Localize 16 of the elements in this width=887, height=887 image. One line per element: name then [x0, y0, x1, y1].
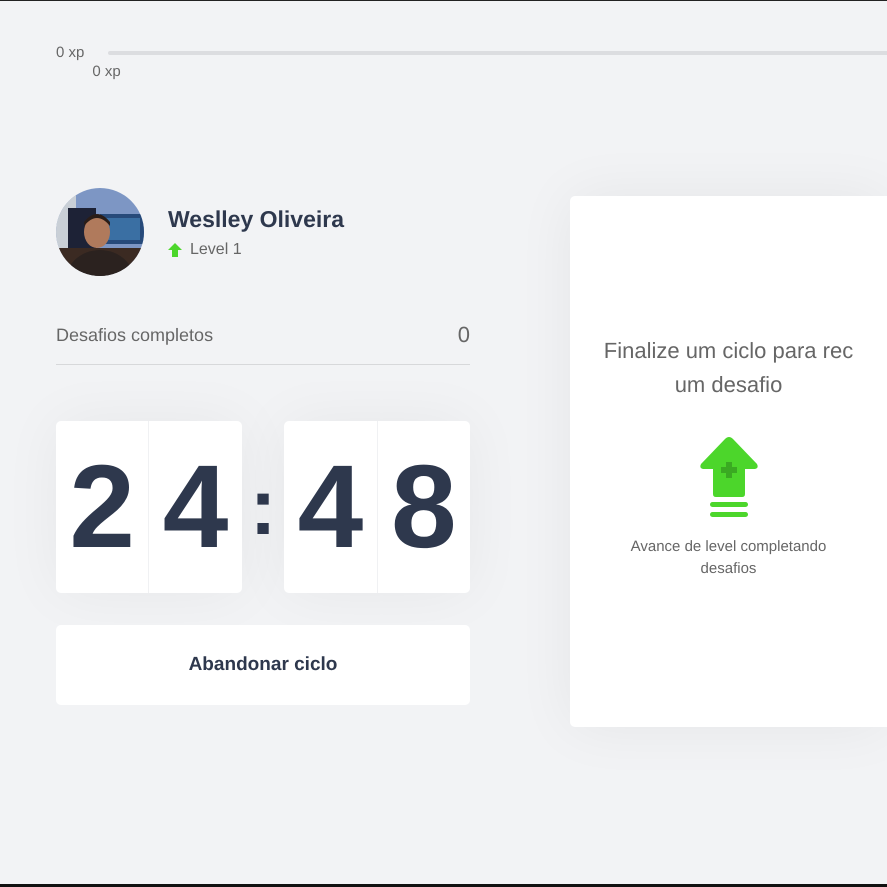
abandon-cycle-button[interactable]: Abandonar ciclo	[56, 625, 470, 705]
timer-digit: 4	[162, 440, 230, 575]
current-xp-label: 0 xp	[92, 63, 121, 80]
xp-label: 0 xp	[56, 44, 84, 60]
arrow-up-icon	[168, 242, 182, 256]
timer-separator: :	[250, 461, 276, 553]
user-name: Weslley Oliveira	[168, 206, 344, 232]
challenge-card-text: Avance de level completando desafios	[630, 537, 826, 579]
timer-digit: 8	[390, 440, 458, 575]
timer-digit: 2	[56, 421, 150, 593]
timer-digit: 4	[284, 421, 378, 593]
level-up-icon	[698, 436, 758, 518]
challenge-card-title: Finalize um ciclo para rec um desafio	[604, 337, 854, 399]
challenges-count: 0	[458, 322, 470, 348]
challenges-label: Desafios completos	[56, 324, 214, 346]
level-label: Level 1	[190, 240, 242, 258]
